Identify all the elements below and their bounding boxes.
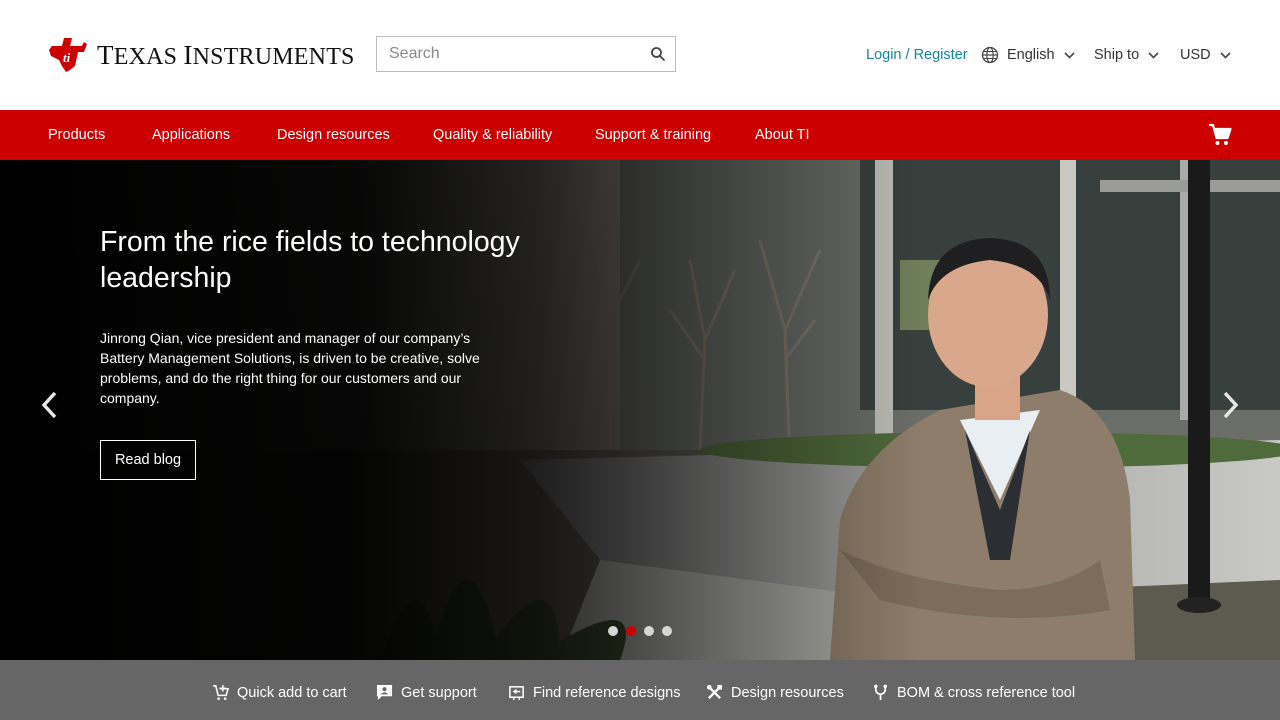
hero-title: From the rice fields to technology leade… (100, 226, 520, 294)
quick-add-to-cart-link[interactable]: Quick add to cart (212, 684, 347, 701)
ship-to-label: Ship to (1094, 47, 1140, 63)
carousel-dot-4[interactable] (662, 626, 672, 636)
quick-link-label: Get support (401, 684, 477, 701)
cart-icon[interactable] (1208, 123, 1232, 147)
bom-branch-icon (874, 684, 887, 701)
login-register-link[interactable]: Login / Register (866, 44, 968, 66)
search-input[interactable] (377, 37, 637, 71)
chevron-down-icon (1220, 51, 1231, 59)
nav-item-products[interactable]: Products (48, 127, 105, 143)
main-nav: Products Applications Design resources Q… (0, 110, 1280, 160)
chevron-down-icon (1063, 51, 1075, 59)
chevron-left-icon[interactable] (40, 390, 60, 420)
carousel-indicators (608, 626, 672, 636)
cart-add-icon (212, 684, 229, 700)
currency-selector[interactable]: USD (1180, 44, 1231, 66)
chevron-down-icon (1148, 51, 1159, 59)
get-support-link[interactable]: Get support (376, 684, 477, 701)
ti-bug-logo-icon: ti (49, 38, 87, 72)
bom-cross-reference-link[interactable]: BOM & cross reference tool (872, 684, 1075, 701)
language-selector[interactable]: English (981, 44, 1075, 66)
carousel-dot-2[interactable] (626, 626, 636, 636)
carousel-dot-3[interactable] (644, 626, 654, 636)
support-chat-icon (376, 684, 393, 701)
search-box (376, 36, 676, 72)
quick-links-bar: Quick add to cart Get support Find refer… (0, 660, 1280, 720)
language-label: English (1007, 47, 1055, 63)
design-resources-link[interactable]: Design resources (706, 684, 844, 701)
quick-link-label: Quick add to cart (237, 684, 347, 701)
hero-description: Jinrong Qian, vice president and manager… (100, 330, 480, 406)
nav-item-about-ti[interactable]: About TI (755, 127, 810, 143)
find-reference-designs-link[interactable]: Find reference designs (508, 684, 681, 701)
site-header: ti TEXAS INSTRUMENTS Login / Register En… (0, 0, 1280, 110)
brand-wordmark: TEXAS INSTRUMENTS (97, 39, 355, 70)
nav-item-applications[interactable]: Applications (152, 127, 230, 143)
ti-logo[interactable]: ti TEXAS INSTRUMENTS (48, 36, 355, 74)
read-blog-button[interactable]: Read blog (100, 440, 196, 480)
nav-item-support-training[interactable]: Support & training (595, 127, 711, 143)
carousel-dot-1[interactable] (608, 626, 618, 636)
currency-label: USD (1180, 47, 1211, 63)
search-icon[interactable] (650, 46, 666, 62)
nav-item-design-resources[interactable]: Design resources (277, 127, 390, 143)
nav-item-quality-reliability[interactable]: Quality & reliability (433, 127, 552, 143)
globe-icon (981, 46, 999, 64)
quick-link-label: Find reference designs (533, 684, 681, 701)
hero-carousel: From the rice fields to technology leade… (0, 160, 1280, 660)
reference-design-icon (509, 686, 524, 701)
ship-to-selector[interactable]: Ship to (1094, 44, 1159, 66)
quick-link-label: BOM & cross reference tool (897, 684, 1076, 701)
svg-text:ti: ti (63, 50, 71, 65)
quick-link-label: Design resources (731, 684, 844, 701)
tools-icon (706, 684, 723, 699)
chevron-right-icon[interactable] (1220, 390, 1240, 420)
